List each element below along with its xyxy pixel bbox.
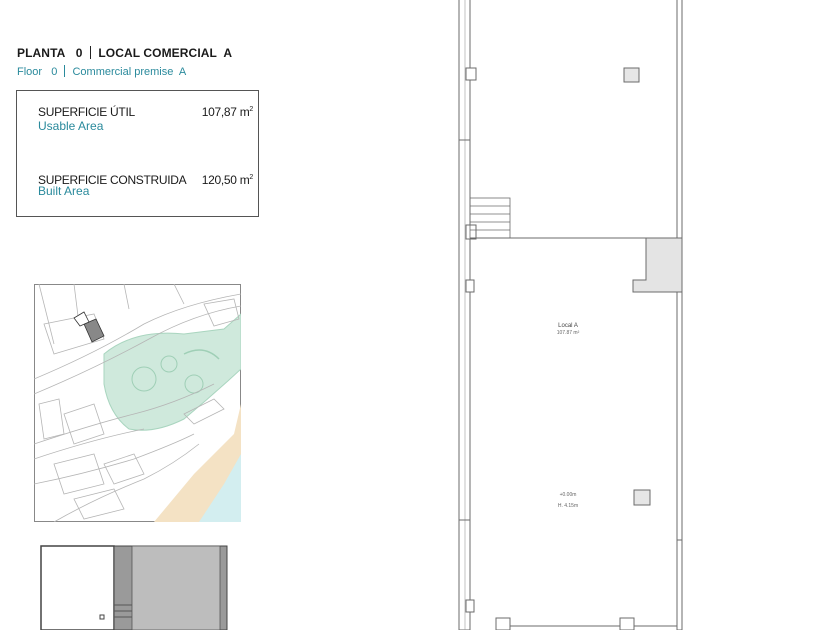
left-wall [458, 0, 471, 630]
right-wall-lower [676, 237, 683, 630]
room-name: Local A [558, 323, 578, 329]
pillar-lower [633, 489, 651, 506]
structural-column [632, 237, 683, 293]
room-area: 107.87 m² [557, 330, 580, 336]
right-wall-upper [676, 0, 683, 239]
floor-level: +0.00m [560, 492, 577, 498]
pillar-upper [623, 67, 640, 83]
floor-plan: Local A 107.87 m² +0.00m H. 4.15m [458, 0, 683, 630]
ceiling-height: H. 4.15m [558, 503, 578, 509]
